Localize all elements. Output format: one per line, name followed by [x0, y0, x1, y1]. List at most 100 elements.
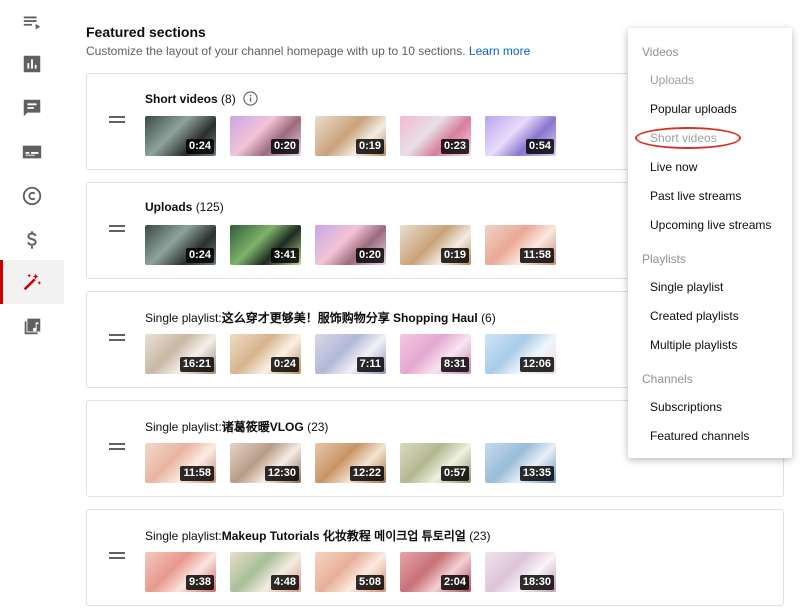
section-count: (125) — [195, 200, 224, 214]
video-thumbnail[interactable]: 0:20 — [315, 225, 386, 265]
section-count: (8) — [221, 91, 236, 106]
section-title: Uploads (125) — [145, 200, 224, 214]
video-thumbnail[interactable]: 12:30 — [230, 443, 301, 483]
thumbnail-row: 0:24 0:20 0:19 0:23 0:54 — [145, 116, 570, 156]
duration-badge: 13:35 — [519, 466, 554, 481]
monetization-icon — [27, 231, 37, 249]
video-thumbnail[interactable]: 9:38 — [145, 552, 216, 592]
section-count: (6) — [481, 310, 496, 325]
video-thumbnail[interactable]: 0:19 — [400, 225, 471, 265]
thumbnail-row: 16:21 0:24 7:11 8:31 12:06 — [145, 334, 570, 374]
duration-badge: 8:31 — [440, 357, 469, 372]
rail-copyright[interactable] — [0, 174, 64, 218]
rail-monetization[interactable] — [0, 218, 64, 262]
section-prefix: Single playlist: — [145, 528, 222, 543]
video-thumbnail[interactable]: 16:21 — [145, 334, 216, 374]
comments-icon — [23, 99, 41, 117]
rail-comments[interactable] — [0, 86, 64, 130]
thumbnail-row: 9:38 4:48 5:08 2:04 18:30 — [145, 552, 570, 592]
video-thumbnail[interactable]: 4:48 — [230, 552, 301, 592]
duration-badge: 5:08 — [355, 575, 384, 590]
duration-badge: 11:58 — [520, 248, 554, 263]
thumbnail-row: 11:58 12:30 12:22 0:57 13:35 — [145, 443, 570, 483]
drag-handle-icon[interactable] — [109, 334, 125, 342]
video-thumbnail[interactable]: 2:04 — [400, 552, 471, 592]
duration-badge: 18:30 — [519, 575, 554, 590]
section-name: 这么穿才更够美！服饰购物分享 Shopping Haul — [221, 311, 478, 325]
menu-item-upcoming-live-streams[interactable]: Upcoming live streams — [650, 218, 771, 232]
menu-item-featured-channels[interactable]: Featured channels — [650, 429, 749, 443]
menu-item-popular-uploads[interactable]: Popular uploads — [650, 102, 737, 116]
menu-item-created-playlists[interactable]: Created playlists — [650, 309, 739, 323]
video-thumbnail[interactable]: 0:19 — [315, 116, 386, 156]
featured-sections-header: Featured sections — [86, 24, 206, 40]
menu-item-subscriptions[interactable]: Subscriptions — [650, 400, 722, 414]
duration-badge: 0:23 — [440, 139, 469, 154]
video-thumbnail[interactable]: 11:58 — [485, 225, 556, 265]
duration-badge: 11:58 — [180, 466, 214, 481]
drag-handle-icon[interactable] — [109, 443, 125, 451]
duration-badge: 0:20 — [355, 248, 384, 263]
duration-badge: 0:54 — [525, 139, 554, 154]
duration-badge: 0:19 — [355, 139, 384, 154]
page-title: Featured sections — [86, 24, 206, 40]
section-name: Makeup Tutorials 化妆教程 메이크업 튜토리얼 — [221, 529, 466, 543]
playlist-icon — [23, 16, 41, 30]
section-name: 诸葛筱暖VLOG — [221, 420, 304, 434]
duration-badge: 7:11 — [356, 357, 384, 372]
video-thumbnail[interactable]: 7:11 — [315, 334, 386, 374]
rail-customization[interactable] — [0, 260, 64, 304]
rail-content[interactable] — [0, 0, 64, 44]
video-thumbnail[interactable]: 0:24 — [230, 334, 301, 374]
duration-badge: 0:19 — [440, 248, 469, 263]
duration-badge: 4:48 — [270, 575, 299, 590]
duration-badge: 12:30 — [264, 466, 299, 481]
menu-item-single-playlist[interactable]: Single playlist — [650, 280, 723, 294]
video-thumbnail[interactable]: 0:57 — [400, 443, 471, 483]
video-thumbnail[interactable]: 0:23 — [400, 116, 471, 156]
duration-badge: 9:38 — [185, 575, 214, 590]
section-title: Short videos (8) — [145, 91, 258, 106]
menu-item-multiple-playlists[interactable]: Multiple playlists — [650, 338, 737, 352]
analytics-icon — [23, 55, 41, 73]
menu-group-playlists: Playlists — [642, 252, 687, 266]
video-thumbnail[interactable]: 0:24 — [145, 116, 216, 156]
video-thumbnail[interactable]: 5:08 — [315, 552, 386, 592]
video-thumbnail[interactable]: 11:58 — [145, 443, 216, 483]
section-title: Single playlist: 诸葛筱暖VLOG (23) — [145, 418, 328, 435]
left-rail — [0, 0, 64, 608]
drag-handle-icon[interactable] — [109, 116, 125, 124]
menu-item-past-live-streams[interactable]: Past live streams — [650, 189, 741, 203]
video-thumbnail[interactable]: 12:22 — [315, 443, 386, 483]
section-prefix: Single playlist: — [145, 419, 222, 434]
video-thumbnail[interactable]: 18:30 — [485, 552, 556, 592]
video-thumbnail[interactable]: 0:20 — [230, 116, 301, 156]
page-subtitle: Customize the layout of your channel hom… — [86, 44, 530, 58]
section-prefix: Single playlist: — [145, 310, 222, 325]
info-icon[interactable] — [243, 91, 258, 106]
video-thumbnail[interactable]: 0:24 — [145, 225, 216, 265]
video-thumbnail[interactable]: 8:31 — [400, 334, 471, 374]
section-name: Uploads — [145, 200, 193, 214]
duration-badge: 3:41 — [270, 248, 299, 263]
rail-audio-library[interactable] — [0, 304, 64, 348]
rail-subtitles[interactable] — [0, 130, 64, 174]
video-thumbnail[interactable]: 12:06 — [485, 334, 556, 374]
menu-group-channels: Channels — [642, 372, 693, 386]
rail-analytics[interactable] — [0, 42, 64, 86]
menu-item-live-now[interactable]: Live now — [650, 160, 697, 174]
video-thumbnail[interactable]: 0:54 — [485, 116, 556, 156]
drag-handle-icon[interactable] — [109, 225, 125, 233]
menu-group-videos: Videos — [642, 45, 679, 59]
drag-handle-icon[interactable] — [109, 552, 125, 560]
audio-library-icon — [24, 318, 41, 335]
section-count: (23) — [307, 419, 329, 434]
section-type-menu: Videos Uploads Popular uploads Short vid… — [628, 28, 792, 458]
customization-icon — [23, 273, 42, 291]
learn-more-link[interactable]: Learn more — [469, 44, 530, 58]
duration-badge: 16:21 — [179, 357, 214, 372]
section-count: (23) — [469, 528, 491, 543]
video-thumbnail[interactable]: 13:35 — [485, 443, 556, 483]
section-card: Single playlist: Makeup Tutorials 化妆教程 메… — [86, 509, 784, 606]
video-thumbnail[interactable]: 3:41 — [230, 225, 301, 265]
